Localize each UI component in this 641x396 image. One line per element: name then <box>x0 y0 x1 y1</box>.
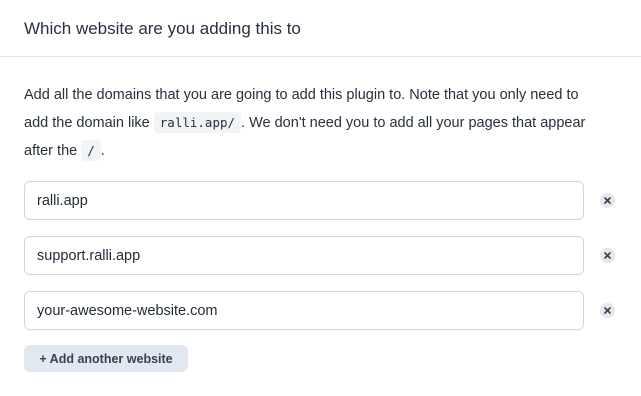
domain-example-code: ralli.app/ <box>153 112 242 133</box>
add-another-website-button[interactable]: + Add another website <box>24 345 188 372</box>
card-header: Which website are you adding this to <box>0 0 641 57</box>
close-icon <box>604 252 611 259</box>
close-icon <box>604 197 611 204</box>
card-title: Which website are you adding this to <box>24 19 301 38</box>
domain-row <box>24 291 624 330</box>
description-text: Add all the domains that you are going t… <box>24 81 604 165</box>
website-domains-card: Which website are you adding this to Add… <box>0 0 641 396</box>
close-icon <box>604 307 611 314</box>
domain-input[interactable] <box>24 291 584 330</box>
domain-row <box>24 236 624 275</box>
domain-input[interactable] <box>24 236 584 275</box>
remove-domain-button[interactable] <box>600 303 615 318</box>
remove-domain-button[interactable] <box>600 193 615 208</box>
domain-input[interactable] <box>24 181 584 220</box>
description-part-3: . <box>100 143 105 159</box>
domain-row <box>24 181 624 220</box>
remove-domain-button[interactable] <box>600 248 615 263</box>
slash-code: / <box>81 140 101 161</box>
